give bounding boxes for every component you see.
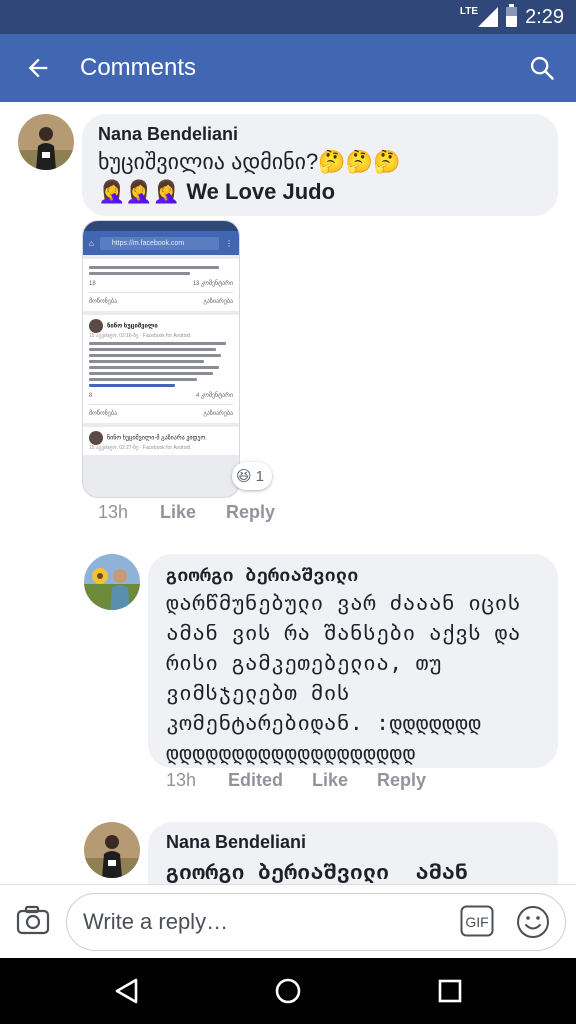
- comments-list[interactable]: Nana Bendeliani ხუციშვილია ადმინი?🤔🤔🤔 🤦‍…: [0, 102, 576, 884]
- comment-text-line2: 🤦‍♀️🤦‍♀️🤦‍♀️ We Love Judo: [98, 177, 542, 207]
- reaction-summary[interactable]: 😆 1: [232, 462, 272, 490]
- attached-top-card: 18 13 კომენტარი მოწონება გაზიარება: [83, 259, 239, 311]
- camera-icon[interactable]: [16, 905, 50, 935]
- comment-bubble[interactable]: Nana Bendeliani ხუციშვილია ადმინი?🤔🤔🤔 🤦‍…: [82, 114, 558, 216]
- home-nav-icon[interactable]: [273, 976, 303, 1006]
- like-button[interactable]: Like: [160, 502, 226, 523]
- attached-share-label: გაზიარება: [203, 299, 233, 305]
- attached-post-card: ნინო ხუციშვილი 15 აგვისტო, 03:16-ზე · Fa…: [83, 315, 239, 423]
- comment-text-line: ამან ვის რა შანსები აქვს და: [166, 621, 521, 645]
- comment-time: 13h: [98, 502, 129, 522]
- attached-post-header: ნინო ხუციშვილი: [89, 319, 233, 333]
- attached-like-label-2: მოწონება: [89, 411, 118, 417]
- gif-icon[interactable]: GIF: [460, 905, 494, 937]
- comment-bubble[interactable]: გიორგი ბერიაშვილი დარწმუნებული ვარ ძააან…: [148, 554, 558, 768]
- attached-comment-count: 13 კომენტარი: [192, 281, 233, 287]
- comment-time: 13h: [166, 770, 197, 790]
- comment-text-line: რისი გამკეთებელია, თუ: [166, 651, 443, 675]
- comment-text: გიორგი ბერიაშვილი ამან: [166, 860, 469, 884]
- emoji-icon[interactable]: [516, 905, 550, 939]
- comment-text: ხუციშვილია ადმინი?🤔🤔🤔: [98, 149, 401, 174]
- attached-post-meta: 15 აგვისტო, 03:16-ზე · Facebook for Andr…: [89, 333, 191, 339]
- attached-share-label-2: გაზიარება: [203, 411, 233, 417]
- attached-status-bar: [83, 221, 239, 231]
- search-icon[interactable]: [528, 54, 556, 82]
- attached-url: https://m.facebook.com: [99, 236, 219, 250]
- laugh-emoji-icon: 😆: [236, 468, 252, 485]
- gif-label: GIF: [465, 914, 488, 930]
- reply-composer: GIF: [0, 884, 576, 958]
- avatar[interactable]: [84, 822, 140, 878]
- recents-nav-icon[interactable]: [435, 976, 465, 1006]
- attached-reaction-count: 8: [89, 392, 93, 399]
- attached-share-meta: 15 აგვისტო, 02:27-ზე · Facebook for Andr…: [89, 445, 191, 451]
- comment-text-line: კომენტარებიდან. :დდდდდდდ: [166, 711, 482, 735]
- like-button[interactable]: Like: [312, 770, 377, 791]
- status-icons: LTE 2:29: [459, 4, 564, 28]
- avatar[interactable]: [18, 114, 74, 170]
- comment-text-line: დარწმუნებული ვარ ძააან იცის: [166, 591, 521, 615]
- facepalm-emoji: 🤦‍♀️🤦‍♀️🤦‍♀️: [98, 179, 181, 204]
- attached-like-count: 18: [89, 280, 96, 287]
- back-nav-icon[interactable]: [112, 976, 142, 1006]
- attached-like-label: მოწონება: [89, 299, 118, 305]
- attached-image[interactable]: ⌂ https://m.facebook.com ⋮ 18 13 კომენტარ…: [82, 220, 240, 498]
- screen: LTE 2:29 Comments Nana Bendeliani ხუციშვ…: [0, 0, 576, 1024]
- reaction-count: 1: [255, 467, 264, 485]
- page-title: Comments: [80, 54, 197, 81]
- avatar[interactable]: [84, 554, 140, 610]
- comment-text-bold: We Love Judo: [186, 179, 336, 204]
- avatar-photo: [84, 554, 140, 610]
- comment-author[interactable]: გიორგი ბერიაშვილი: [166, 564, 540, 588]
- menu-icon: ⋮: [225, 238, 233, 248]
- comment-author[interactable]: Nana Bendeliani: [166, 832, 540, 853]
- back-arrow-icon[interactable]: [24, 54, 52, 82]
- signal-icon: [478, 7, 499, 27]
- comment-text-line: ვიმსჯელებთ მის: [166, 681, 351, 705]
- attached-comments-count: 4 კომენტარი: [196, 393, 233, 399]
- network-type: LTE: [459, 6, 479, 17]
- reply-button[interactable]: Reply: [226, 502, 275, 523]
- comment-author[interactable]: Nana Bendeliani: [98, 124, 542, 145]
- comment-bubble[interactable]: Nana Bendeliani გიორგი ბერიაშვილი ამან: [148, 822, 558, 884]
- attached-share-card: ნინო ხუციშვილი-მ გაზიარა ვიდეო. 15 აგვის…: [83, 427, 239, 455]
- attached-browser-bar: ⌂ https://m.facebook.com ⋮: [83, 231, 239, 255]
- reply-button[interactable]: Reply: [377, 770, 426, 791]
- attached-share-author: ნინო ხუციშვილი-მ გაზიარა ვიდეო.: [107, 435, 207, 442]
- comment-text-line: დდდდდდდდდდდდდდდდდდდ: [166, 741, 416, 765]
- navigation-bar: [0, 958, 576, 1024]
- attached-post-author: ნინო ხუციშვილი: [107, 323, 158, 330]
- comment-actions: 13h Edited Like Reply: [166, 770, 426, 791]
- comment-actions: 13h Like Reply: [98, 502, 275, 523]
- app-bar: Comments: [0, 34, 576, 102]
- clock: 2:29: [525, 5, 564, 28]
- battery-icon: [506, 4, 518, 27]
- avatar-photo: [84, 822, 140, 878]
- avatar-photo: [18, 114, 74, 170]
- edited-label[interactable]: Edited: [228, 770, 312, 791]
- status-bar: LTE 2:29: [0, 0, 576, 34]
- home-icon: ⌂: [89, 238, 94, 248]
